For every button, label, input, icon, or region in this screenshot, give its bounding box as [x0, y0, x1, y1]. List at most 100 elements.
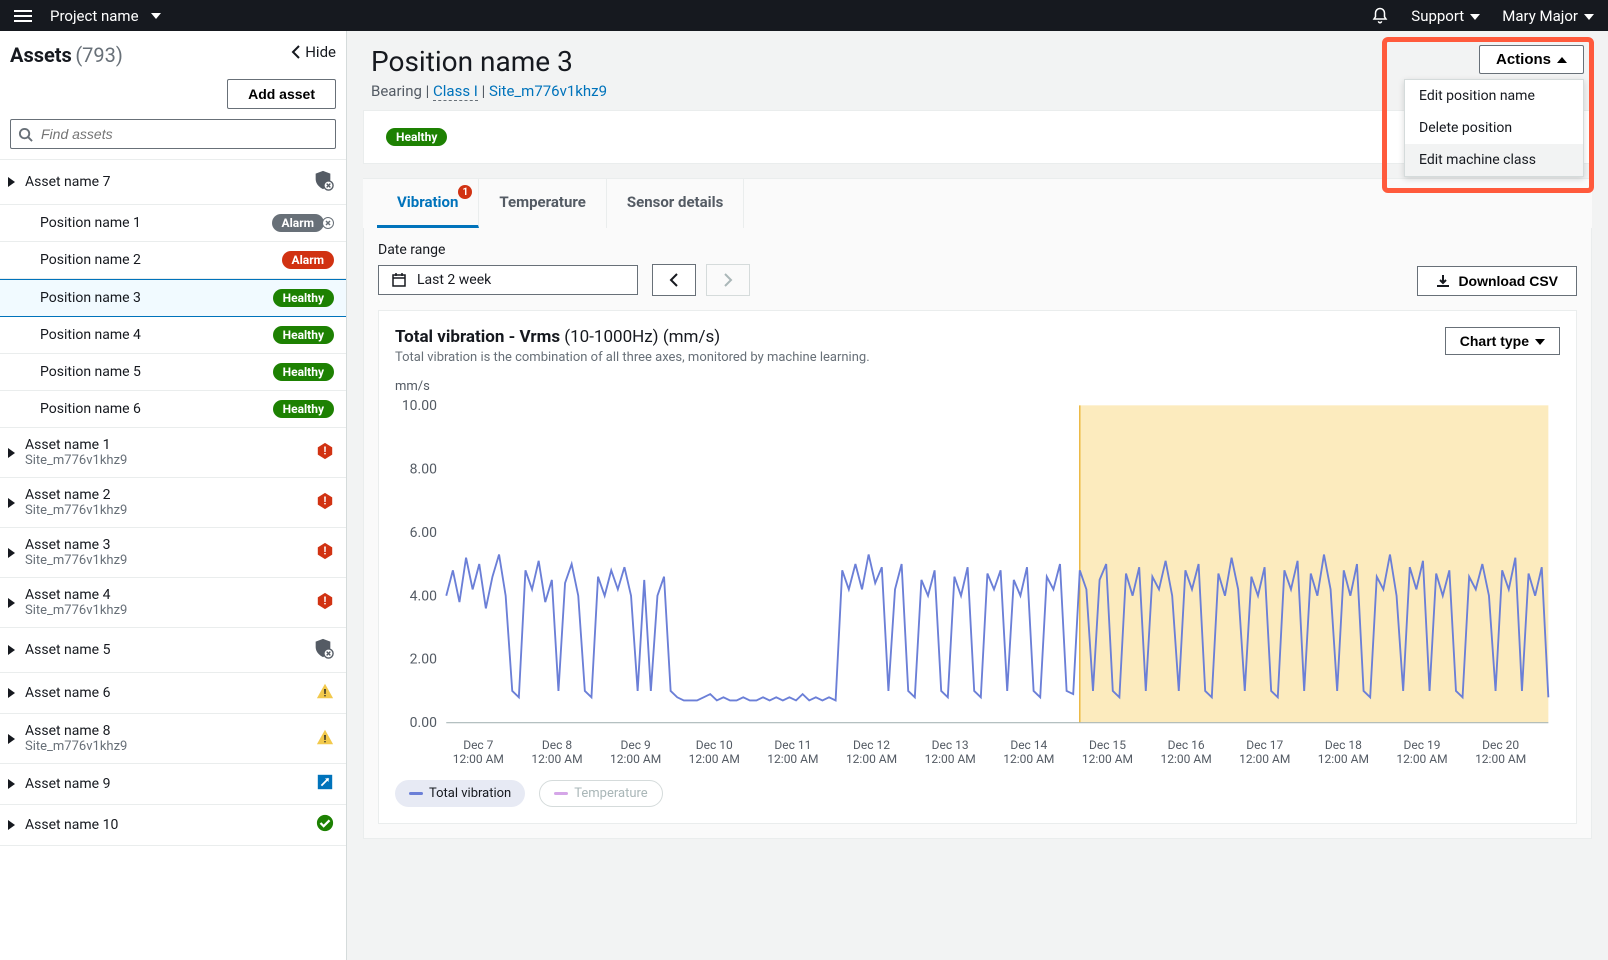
sidebar-position-item[interactable]: Position name 1Alarm — [0, 205, 346, 242]
actions-menu: Edit position name Delete position Edit … — [1404, 79, 1584, 177]
x-axis-labels: Dec 712:00 AMDec 812:00 AMDec 912:00 AMD… — [395, 734, 1560, 766]
svg-text:!: ! — [324, 544, 327, 557]
action-delete-position[interactable]: Delete position — [1405, 112, 1583, 144]
expand-icon — [8, 734, 15, 744]
actions-button[interactable]: Actions — [1479, 45, 1584, 74]
action-edit-position-name[interactable]: Edit position name — [1405, 80, 1583, 112]
class-link[interactable]: Class I — [433, 82, 478, 101]
page-title: Position name 3 — [371, 45, 607, 78]
legend-temperature[interactable]: Temperature — [539, 780, 662, 807]
support-menu[interactable]: Support — [1411, 7, 1480, 25]
chart-title: Total vibration - Vrms (10-1000Hz) (mm/s… — [395, 327, 870, 347]
chart-card: Total vibration - Vrms (10-1000Hz) (mm/s… — [378, 310, 1577, 824]
project-selector[interactable]: Project name — [50, 7, 161, 25]
status-badge: Healthy — [273, 289, 334, 307]
assets-title: Assets — [10, 43, 72, 67]
sidebar-asset-item[interactable]: Asset name 5 — [0, 628, 346, 673]
expand-icon — [8, 688, 15, 698]
legend-total-vibration[interactable]: Total vibration — [395, 780, 525, 807]
svg-text:6.00: 6.00 — [410, 525, 437, 541]
svg-text:!: ! — [324, 734, 327, 745]
sidebar-asset-item[interactable]: Asset name 6! — [0, 673, 346, 714]
search-icon — [18, 127, 33, 142]
expand-icon — [8, 498, 15, 508]
chart-subtitle: Total vibration is the combination of al… — [395, 350, 870, 365]
calendar-icon — [391, 272, 407, 288]
action-edit-machine-class[interactable]: Edit machine class — [1405, 144, 1583, 176]
user-menu[interactable]: Mary Major — [1502, 7, 1594, 25]
shield-x-grey-icon — [312, 637, 334, 663]
sidebar-asset-item[interactable]: Asset name 7 — [0, 160, 346, 205]
tab-badge: 1 — [458, 185, 472, 199]
date-prev-button[interactable] — [652, 264, 696, 296]
expand-icon — [8, 645, 15, 655]
status-badge: Healthy — [273, 363, 334, 381]
hex-red-icon: ! — [316, 492, 334, 514]
y-axis-unit: mm/s — [395, 379, 1560, 394]
site-link[interactable]: Site_m776v1khz9 — [489, 82, 607, 100]
breadcrumb: Bearing | Class I | Site_m776v1khz9 — [371, 82, 607, 100]
main-content: Position name 3 Bearing | Class I | Site… — [347, 31, 1608, 960]
status-badge: Healthy — [273, 400, 334, 418]
menu-icon[interactable] — [14, 10, 32, 22]
assets-count: (793) — [75, 43, 123, 67]
shield-x-grey-icon — [312, 169, 334, 195]
sidebar-asset-item[interactable]: Asset name 3Site_m776v1khz9! — [0, 528, 346, 578]
sidebar-position-item[interactable]: Position name 2Alarm — [0, 242, 346, 279]
tab-temperature[interactable]: Temperature — [479, 179, 606, 228]
sidebar-position-item[interactable]: Position name 3Healthy — [0, 279, 346, 317]
add-asset-button[interactable]: Add asset — [227, 79, 336, 109]
date-range-picker[interactable]: Last 2 week — [378, 265, 638, 295]
svg-text:!: ! — [324, 688, 327, 699]
download-csv-button[interactable]: Download CSV — [1417, 266, 1577, 296]
vibration-chart: 0.00 2.00 4.00 6.00 8.00 10.00 — [395, 394, 1560, 734]
circ-green-icon — [316, 814, 334, 836]
svg-text:2.00: 2.00 — [410, 652, 437, 668]
status-badge: Alarm — [282, 251, 334, 269]
dismiss-icon — [322, 217, 334, 229]
asset-tree: Asset name 7Position name 1AlarmPosition… — [0, 159, 346, 846]
expand-icon — [8, 548, 15, 558]
sidebar-asset-item[interactable]: Asset name 9 — [0, 764, 346, 805]
download-icon — [1436, 274, 1450, 288]
expand-icon — [8, 177, 15, 187]
tabs: Vibration 1 Temperature Sensor details — [363, 178, 1592, 228]
sidebar-asset-item[interactable]: Asset name 1Site_m776v1khz9! — [0, 428, 346, 478]
tab-sensor-details[interactable]: Sensor details — [607, 179, 744, 228]
expand-icon — [8, 448, 15, 458]
svg-text:0.00: 0.00 — [410, 715, 437, 731]
svg-text:10.00: 10.00 — [402, 398, 437, 414]
sidebar-asset-item[interactable]: Asset name 10 — [0, 805, 346, 846]
tab-vibration[interactable]: Vibration 1 — [377, 179, 479, 228]
hex-red-icon: ! — [316, 542, 334, 564]
sidebar-position-item[interactable]: Position name 5Healthy — [0, 354, 346, 391]
svg-text:!: ! — [324, 594, 327, 607]
sidebar-asset-item[interactable]: Asset name 4Site_m776v1khz9! — [0, 578, 346, 628]
svg-text:4.00: 4.00 — [410, 588, 437, 604]
sq-blue-icon — [316, 773, 334, 795]
svg-text:8.00: 8.00 — [410, 461, 437, 477]
hex-red-icon: ! — [316, 592, 334, 614]
notifications-icon[interactable] — [1371, 7, 1389, 25]
status-badge: Healthy — [273, 326, 334, 344]
tri-yellow-icon: ! — [316, 728, 334, 750]
date-range-label: Date range — [378, 242, 750, 258]
expand-icon — [8, 820, 15, 830]
hide-sidebar-button[interactable]: Hide — [291, 43, 336, 61]
tri-yellow-icon: ! — [316, 682, 334, 704]
chevron-left-icon — [291, 45, 301, 59]
chart-type-button[interactable]: Chart type — [1445, 327, 1560, 355]
svg-text:!: ! — [324, 494, 327, 507]
status-badge: Healthy — [386, 128, 447, 146]
svg-text:!: ! — [324, 444, 327, 457]
sidebar-asset-item[interactable]: Asset name 2Site_m776v1khz9! — [0, 478, 346, 528]
search-input[interactable] — [10, 119, 336, 149]
hex-red-icon: ! — [316, 442, 334, 464]
sidebar-position-item[interactable]: Position name 6Healthy — [0, 391, 346, 428]
sidebar-position-item[interactable]: Position name 4Healthy — [0, 317, 346, 354]
status-badge: Alarm — [272, 214, 324, 232]
sidebar: Assets (793) Hide Add asset Asset name 7… — [0, 31, 347, 960]
date-next-button — [706, 264, 750, 296]
topbar: Project name Support Mary Major — [0, 0, 1608, 31]
sidebar-asset-item[interactable]: Asset name 8Site_m776v1khz9! — [0, 714, 346, 764]
